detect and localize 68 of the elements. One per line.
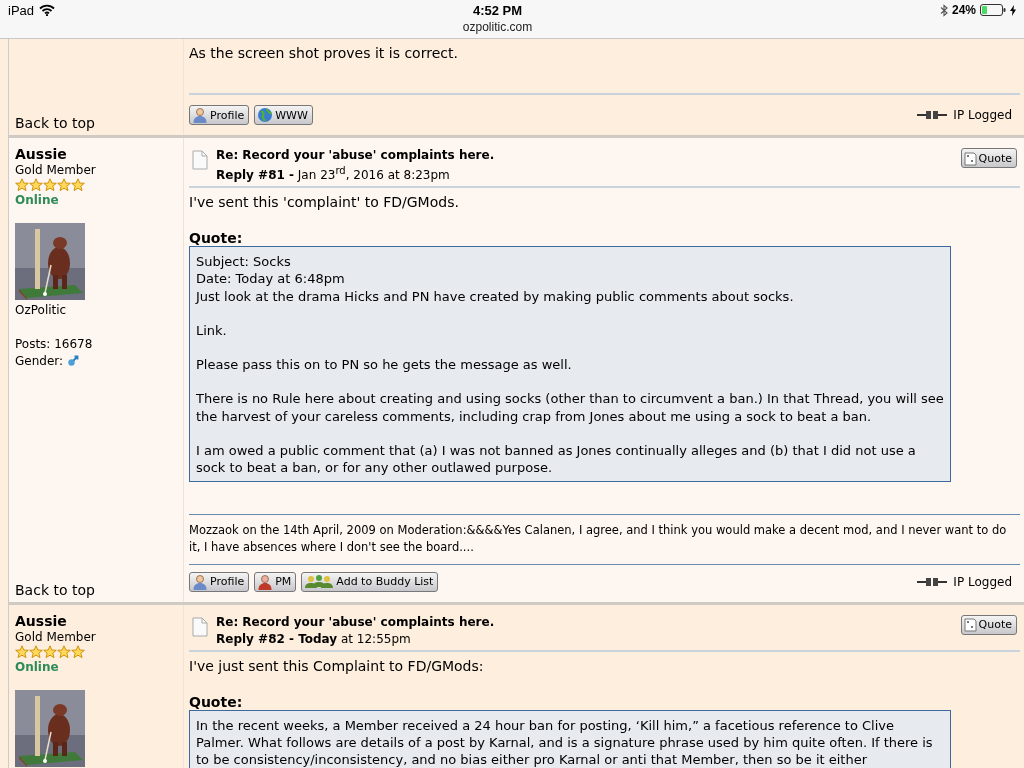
post-text: As the screen shot proves it is correct. [189, 45, 459, 61]
ip-logged-label: IP Logged [953, 108, 1012, 122]
quote-icon [963, 617, 977, 633]
globe-icon [257, 107, 274, 123]
back-to-top-link[interactable]: Back to top [15, 581, 183, 598]
action-button[interactable]: Profile [189, 105, 250, 125]
document-icon [192, 150, 208, 170]
online-status: Online [15, 659, 59, 674]
quote-heading: Quote: [189, 693, 244, 710]
member-rank: Gold Member [15, 163, 96, 177]
star-icon [71, 644, 85, 659]
online-status: Online [15, 193, 59, 207]
plug-icon [917, 110, 948, 120]
battery-percent: 24% [951, 3, 976, 17]
author-name[interactable]: Aussie [15, 146, 67, 162]
people-icon [304, 573, 335, 590]
quote-heading: Quote: [189, 230, 244, 246]
quote-text: Link. [196, 321, 228, 340]
post-text: I've just sent this Complaint to FD/GMods: [189, 657, 485, 674]
reply-info: Reply #82 - Today at 12:55pm [216, 631, 412, 646]
quote-text: Date: Today at 6:48pm [196, 270, 346, 288]
person-icon [192, 573, 208, 590]
battery-icon [980, 4, 1006, 16]
post-count: Posts: 16678 [15, 337, 93, 351]
quote-text: There is no Rule here about creating and using socks (other than to circumvent a ban.) In that Thread, you will see the harvest of your careless comments, including crap from Jones about me using a sock to beat a ban. [196, 390, 944, 426]
quote-text: I am owed a public comment that (a) I was not banned as Jones continually alleges and (b) that I did not use a sock to beat a ban, or for any other outlawed purpose. [196, 442, 917, 477]
person-icon [257, 573, 274, 590]
document-icon [192, 616, 208, 637]
gender-label: Gender: [15, 354, 64, 368]
quote-button[interactable]: Quote [960, 614, 1017, 635]
star-icon [71, 178, 85, 192]
star-icon [15, 644, 29, 659]
star-icon [43, 178, 57, 192]
star-icon [29, 644, 43, 659]
action-button[interactable]: PM [254, 571, 297, 592]
quote-text: Please pass this on to PN so he gets the message as well. [196, 356, 573, 374]
action-button[interactable]: Add to Buddy List [301, 571, 439, 592]
star-icon [57, 178, 71, 192]
quote-button[interactable]: Quote [960, 148, 1017, 168]
address-bar[interactable]: ozpolitic.com [462, 20, 533, 34]
clock: 4:52 PM [472, 3, 523, 18]
male-icon [67, 355, 80, 367]
person-icon [192, 107, 208, 123]
reply-info: Reply #81 - Jan 23$^{rd}$, 2016 at 8:23pm [216, 165, 451, 182]
post-title[interactable]: Re: Record your 'abuse' complaints here. [216, 614, 961, 629]
wifi-icon [39, 4, 56, 16]
device-name: iPad [8, 2, 35, 18]
ip-logged-label: IP Logged [953, 574, 1012, 589]
plug-icon [917, 576, 948, 587]
signature-text: Mozzaok on the 14th April, 2009 on Moderation:&&&&Yes Calanen, I agree, and I think you would make a decent mod, and I never want to do it, I have absences where I don't see the board.... [189, 513, 1020, 565]
member-rank: Gold Member [15, 629, 96, 644]
post-title[interactable]: Re: Record your 'abuse' complaints here. [216, 148, 961, 162]
charging-icon [1010, 4, 1016, 16]
action-button[interactable]: Profile [189, 571, 250, 592]
star-icon [15, 178, 29, 192]
quote-text: Subject: Socks [196, 253, 292, 271]
post-text: I've sent this 'complaint' to FD/GMods. [189, 194, 460, 210]
star-icon [57, 644, 71, 659]
member-site: OzPolitic [15, 303, 67, 317]
quote-text: In the recent weeks, a Member received a 24 hour ban for posting, ‘Kill him,” a facetious reference to Clive Palmer. What follows are details of a post by Karnal, and is a signature phrase used by him quite often. If there is to be consistency/inconsistency, and no bias either pro Karnal or anti that Member, then so be it either [196, 716, 934, 768]
star-icon [43, 644, 57, 659]
bluetooth-icon [939, 3, 948, 17]
quote-text: Just look at the drama Hicks and PN have created by making public comments about socks. [196, 287, 795, 305]
back-to-top-link[interactable]: Back to top [15, 115, 183, 131]
action-button[interactable]: WWW [254, 105, 313, 125]
author-name[interactable]: Aussie [15, 612, 67, 629]
star-icon [29, 178, 43, 192]
quote-icon [963, 150, 977, 166]
